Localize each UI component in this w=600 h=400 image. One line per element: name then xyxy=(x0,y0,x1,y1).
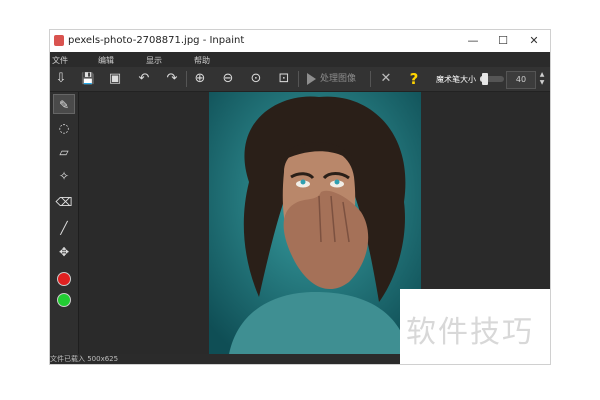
eraser-tool-icon[interactable]: ⌫ xyxy=(53,192,75,212)
fit-window-icon[interactable]: ⊡ xyxy=(274,69,294,89)
title-bar: pexels-photo-2708871.jpg - Inpaint — ☐ ✕ xyxy=(50,30,550,52)
clear-icon[interactable]: ✕ xyxy=(376,69,396,89)
redo-icon[interactable]: ↷ xyxy=(162,69,182,89)
portrait-photo xyxy=(209,92,421,354)
menu-help[interactable]: 帮助 xyxy=(194,55,210,66)
close-button[interactable]: ✕ xyxy=(525,33,543,49)
menu-bar: 文件 编辑 显示 帮助 xyxy=(50,52,550,66)
red-color-swatch[interactable] xyxy=(57,272,71,286)
app-icon xyxy=(54,35,64,46)
menu-file[interactable]: 文件 xyxy=(52,55,68,66)
green-color-swatch[interactable] xyxy=(57,293,71,307)
brush-size-knob[interactable] xyxy=(481,73,488,85)
save-as-icon[interactable]: ▣ xyxy=(105,69,125,89)
save-icon[interactable]: 💾 xyxy=(78,69,98,89)
toolbar-divider xyxy=(298,71,299,87)
help-icon[interactable]: ? xyxy=(404,69,424,89)
move-tool-icon[interactable]: ✥ xyxy=(53,242,75,262)
toolbar-divider xyxy=(370,71,371,87)
zoom-in-icon[interactable]: ⊕ xyxy=(190,69,210,89)
brush-size-input[interactable]: 40 xyxy=(506,71,536,89)
brush-size-spinner[interactable]: ▲ ▼ xyxy=(538,71,546,87)
window-title: pexels-photo-2708871.jpg - Inpaint xyxy=(68,35,245,46)
lasso-tool-icon[interactable]: ◌ xyxy=(53,118,75,138)
process-image-label: 处理图像 xyxy=(320,74,357,84)
zoom-out-icon[interactable]: ⊖ xyxy=(218,69,238,89)
marker-tool-icon[interactable]: ✎ xyxy=(53,94,75,114)
play-icon xyxy=(307,72,316,85)
line-tool-icon[interactable]: ╱ xyxy=(53,218,75,238)
menu-edit[interactable]: 编辑 xyxy=(98,55,114,66)
process-image-button[interactable]: 处理图像 xyxy=(303,70,360,88)
actual-size-icon[interactable]: ⊙ xyxy=(246,69,266,89)
tool-sidebar: ✎ ◌ ▱ ✧ ⌫ ╱ ✥ xyxy=(50,92,79,354)
brush-size-slider[interactable] xyxy=(480,73,504,85)
toolbar-divider xyxy=(186,71,187,87)
polygon-lasso-tool-icon[interactable]: ▱ xyxy=(53,142,75,162)
toolbar: ⇩ 💾 ▣ ↶ ↷ ⊕ ⊖ ⊙ ⊡ 处理图像 ✕ ? 魔术笔大小 40 ▲ ▼ xyxy=(50,67,550,92)
undo-icon[interactable]: ↶ xyxy=(134,69,154,89)
open-icon[interactable]: ⇩ xyxy=(51,69,71,89)
menu-view[interactable]: 显示 xyxy=(146,55,162,66)
minimize-button[interactable]: — xyxy=(464,33,482,49)
magic-wand-tool-icon[interactable]: ✧ xyxy=(53,166,75,186)
watermark: 软件技巧 xyxy=(400,289,550,364)
maximize-button[interactable]: ☐ xyxy=(494,33,512,49)
watermark-text: 软件技巧 xyxy=(406,315,534,350)
brush-size-label: 魔术笔大小 xyxy=(436,75,476,84)
